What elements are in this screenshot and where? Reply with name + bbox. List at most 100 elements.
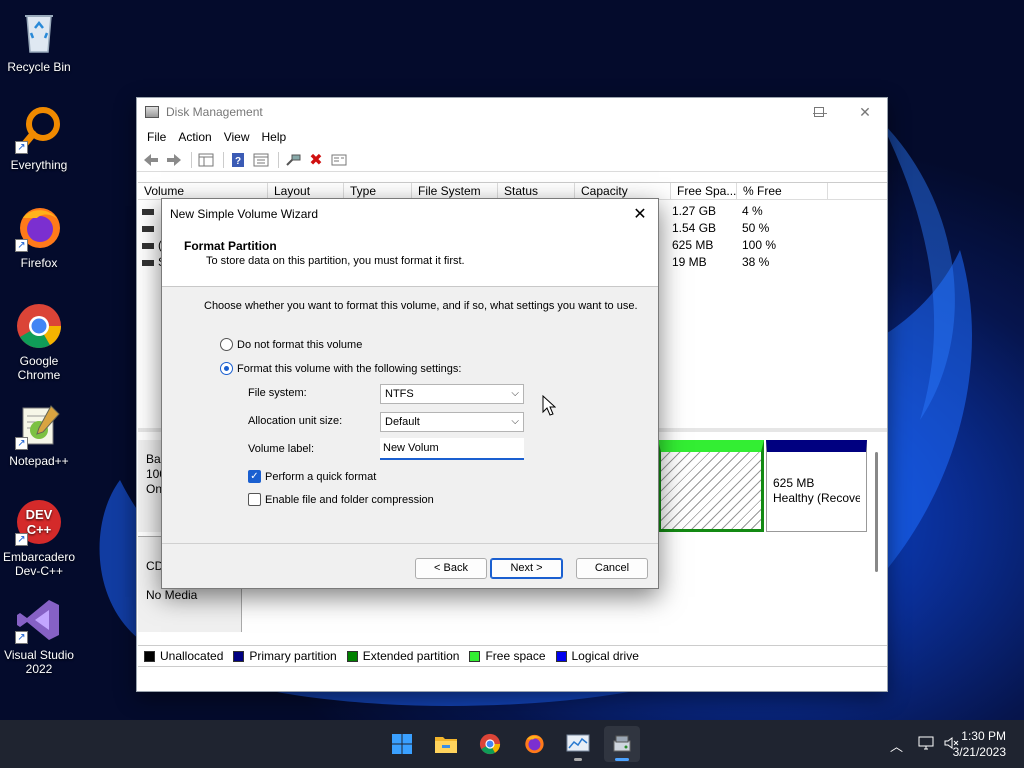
- legend-label: Unallocated: [160, 649, 224, 663]
- desktop-icon-recycle-bin[interactable]: Recycle Bin: [2, 8, 76, 74]
- quick-format-checkbox[interactable]: ✓ Perform a quick format: [248, 470, 376, 483]
- wizard-intro-text: Choose whether you want to format this v…: [204, 300, 638, 312]
- recovery-partition-size: 625 MB: [773, 476, 815, 490]
- start-button[interactable]: [384, 726, 420, 762]
- desktop-icon-notepadpp[interactable]: ↗ Notepad++: [2, 402, 76, 468]
- wizard-close-button[interactable]: ✕: [628, 203, 652, 225]
- system-tray: ︿ 1:30 PM 3/21/2023: [824, 720, 1024, 768]
- taskbar-file-explorer[interactable]: [428, 726, 464, 762]
- back-button[interactable]: < Back: [415, 558, 487, 579]
- devcpp-glyph-text-bottom: C++: [27, 522, 52, 537]
- cell-percent-free: 100 %: [742, 238, 777, 252]
- close-button[interactable]: ✕: [842, 98, 888, 126]
- taskbar-resource-monitor[interactable]: [560, 726, 596, 762]
- menu-help[interactable]: Help: [256, 130, 293, 144]
- taskbar: ︿ 1:30 PM 3/21/2023: [0, 720, 1024, 768]
- toolbar-separator: [191, 151, 192, 168]
- radio-do-not-format[interactable]: Do not format this volume: [220, 338, 362, 351]
- menu-bar: File Action View Help: [137, 126, 887, 148]
- radio-format-volume[interactable]: Format this volume with the following se…: [220, 362, 461, 375]
- radio-circle[interactable]: [220, 338, 233, 351]
- desktop-icon-visual-studio[interactable]: ↗ Visual Studio 2022: [2, 596, 76, 676]
- disk-management-icon: [613, 735, 631, 752]
- taskbar-firefox[interactable]: [516, 726, 552, 762]
- mouse-cursor-icon: [542, 395, 556, 416]
- column-percent-free[interactable]: % Free: [737, 183, 828, 199]
- file-system-dropdown[interactable]: NTFS ⌵: [380, 384, 524, 404]
- active-indicator: [615, 758, 629, 761]
- chevron-up-icon[interactable]: ︿: [890, 736, 903, 755]
- disk-management-titlebar[interactable]: Disk Management: [137, 98, 887, 126]
- column-layout[interactable]: Layout: [268, 183, 344, 199]
- shortcut-arrow-icon: ↗: [15, 141, 28, 154]
- checkbox-checked-icon[interactable]: ✓: [248, 470, 261, 483]
- firefox-icon: ↗: [15, 204, 63, 252]
- cell-percent-free: 50 %: [742, 221, 770, 235]
- volume-label-input[interactable]: [380, 438, 524, 460]
- forward-arrow-icon[interactable]: [164, 151, 184, 169]
- performance-monitor-icon: [566, 734, 590, 752]
- menu-action[interactable]: Action: [172, 130, 217, 144]
- desktop-icon-devcpp[interactable]: DEV C++ ↗ Embarcadero Dev-C++: [2, 498, 76, 578]
- free-space-partition[interactable]: [658, 440, 764, 532]
- menu-view[interactable]: View: [218, 130, 256, 144]
- clock[interactable]: 1:30 PM 3/21/2023: [953, 728, 1006, 760]
- checkbox-unchecked-icon[interactable]: [248, 493, 261, 506]
- shortcut-arrow-icon: ↗: [15, 437, 28, 450]
- clock-time: 1:30 PM: [961, 729, 1006, 743]
- menu-file[interactable]: File: [141, 130, 172, 144]
- desktop-icon-google-chrome[interactable]: Google Chrome: [2, 302, 76, 382]
- legend-item: Logical drive: [555, 649, 639, 663]
- column-type[interactable]: Type: [344, 183, 412, 199]
- legend-item: Unallocated: [144, 649, 223, 663]
- desktop-icon-label: Firefox: [20, 256, 58, 270]
- legend-swatch-unallocated: [144, 650, 155, 662]
- help-icon[interactable]: ?: [228, 151, 248, 169]
- network-icon[interactable]: [918, 736, 934, 753]
- column-status[interactable]: Status: [498, 183, 575, 199]
- allocation-unit-size-dropdown[interactable]: Default ⌵: [380, 412, 524, 432]
- chrome-icon: [479, 733, 501, 755]
- desktop-icon-firefox[interactable]: ↗ Firefox: [2, 204, 76, 270]
- taskbar-chrome[interactable]: [472, 726, 508, 762]
- radio-circle-selected[interactable]: [220, 362, 233, 375]
- back-arrow-icon[interactable]: [141, 151, 161, 169]
- console-tree-icon[interactable]: [196, 151, 216, 169]
- scrollbar-thumb[interactable]: [875, 452, 878, 572]
- legend-label: Free space: [485, 649, 546, 663]
- column-volume[interactable]: Volume: [138, 183, 268, 199]
- desktop-icon-everything[interactable]: ↗ Everything: [2, 106, 76, 172]
- settings-list-icon[interactable]: [329, 151, 349, 169]
- shortcut-arrow-icon: ↗: [15, 631, 28, 644]
- next-button[interactable]: Next >: [490, 558, 563, 579]
- properties-icon[interactable]: [251, 151, 271, 169]
- cell-percent-free: 4 %: [742, 204, 763, 218]
- new-simple-volume-wizard[interactable]: New Simple Volume Wizard ✕ Format Partit…: [161, 198, 659, 589]
- taskbar-disk-management[interactable]: [604, 726, 640, 762]
- column-capacity[interactable]: Capacity: [575, 183, 671, 199]
- column-free-space[interactable]: Free Spa...: [671, 183, 737, 199]
- checkbox-label: Perform a quick format: [265, 470, 377, 483]
- cancel-button[interactable]: Cancel: [576, 558, 648, 579]
- connect-disk-icon[interactable]: [283, 151, 303, 169]
- firefox-icon: [525, 734, 544, 754]
- cell-percent-free: 38 %: [742, 255, 770, 269]
- recovery-partition-status: Healthy (Recove: [773, 491, 860, 505]
- recovery-partition[interactable]: 625 MB Healthy (Recove: [766, 440, 867, 532]
- wizard-header: Format Partition To store data on this p…: [162, 229, 658, 287]
- column-file-system[interactable]: File System: [412, 183, 498, 199]
- everything-search-icon: ↗: [15, 106, 63, 154]
- legend-item: Free space: [469, 649, 546, 663]
- wizard-titlebar[interactable]: New Simple Volume Wizard: [162, 199, 658, 229]
- wizard-footer-divider: [162, 543, 658, 544]
- radio-label: Do not format this volume: [237, 338, 363, 351]
- drive-icon: [142, 260, 154, 266]
- drive-icon: [142, 226, 154, 232]
- compression-checkbox[interactable]: Enable file and folder compression: [248, 493, 434, 506]
- graph-vertical-scrollbar[interactable]: [873, 442, 881, 638]
- svg-text:?: ?: [235, 156, 241, 167]
- maximize-button[interactable]: [796, 98, 842, 126]
- file-system-value: NTFS: [385, 388, 414, 400]
- delete-x-icon[interactable]: ✖: [306, 151, 326, 169]
- legend-item: Extended partition: [346, 649, 459, 663]
